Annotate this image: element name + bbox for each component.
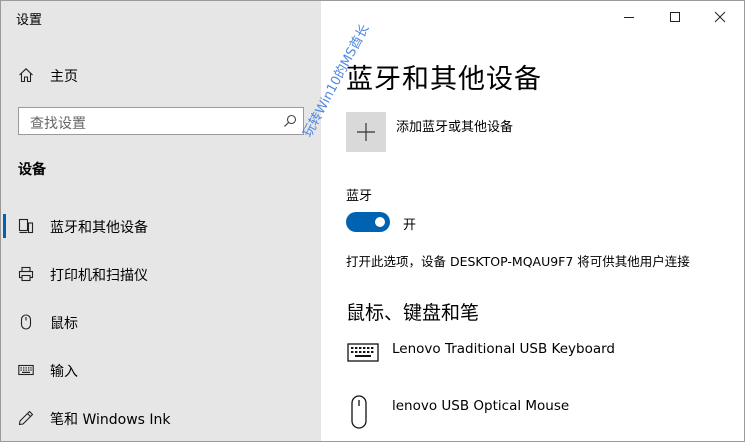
home-icon [19,68,33,83]
search-input[interactable]: 查找设置 [18,107,304,135]
pen-icon [18,410,34,426]
mouse-icon [20,314,32,330]
plus-icon [357,123,375,141]
search-icon[interactable] [283,114,297,128]
sidebar-item-pen[interactable]: 笔和 Windows Ink [1,398,321,438]
peripherals-section-title: 鼠标、键盘和笔 [346,302,480,324]
search-placeholder: 查找设置 [30,116,86,132]
sidebar-item-bluetooth[interactable]: 蓝牙和其他设备 [1,206,321,246]
device-name: Lenovo Traditional USB Keyboard [392,341,615,357]
close-button[interactable] [698,5,744,31]
minimize-button[interactable] [607,5,653,31]
mouse-device-icon [351,395,367,429]
main-content: 蓝牙和其他设备 添加蓝牙或其他设备 蓝牙 开 打开此选项，设备 DESKTOP-… [321,1,744,441]
keyboard-icon [18,364,34,376]
device-item-mouse[interactable]: lenovo USB Optical Mouse [346,394,744,434]
device-item-keyboard[interactable]: Lenovo Traditional USB Keyboard [346,337,744,377]
bluetooth-toggle[interactable] [346,212,390,232]
sidebar-item-typing[interactable]: 输入 [1,350,321,390]
bluetooth-header: 蓝牙 [346,189,373,204]
sidebar-item-label: 打印机和扫描仪 [50,268,148,284]
sidebar-home[interactable]: 主页 [1,61,321,89]
sidebar: 设置 主页 查找设置 设备 蓝牙和其他设备 打印机和扫描仪 鼠标 输入 笔和 W… [1,1,321,441]
settings-window: 设置 主页 查找设置 设备 蓝牙和其他设备 打印机和扫描仪 鼠标 输入 笔和 W… [0,0,745,442]
close-icon [714,11,726,23]
sidebar-item-printers[interactable]: 打印机和扫描仪 [1,254,321,294]
sidebar-item-label: 笔和 Windows Ink [50,412,171,428]
maximize-icon [670,12,680,22]
window-title: 设置 [16,13,43,28]
selected-indicator [3,214,6,238]
sidebar-section-title: 设备 [18,162,46,178]
sidebar-item-label: 蓝牙和其他设备 [50,220,148,236]
page-title: 蓝牙和其他设备 [346,64,542,95]
printer-icon [18,266,34,282]
toggle-knob [375,217,385,227]
maximize-button[interactable] [653,5,699,31]
add-device-button[interactable] [346,112,386,152]
sidebar-item-mouse[interactable]: 鼠标 [1,302,321,342]
sidebar-item-label: 输入 [50,364,78,380]
device-name: lenovo USB Optical Mouse [392,398,570,414]
bluetooth-toggle-state: 开 [403,218,417,233]
keyboard-device-icon [347,343,379,362]
bluetooth-devices-icon [18,218,34,234]
sidebar-home-label: 主页 [50,69,78,85]
sidebar-item-label: 鼠标 [50,316,78,332]
discoverable-note: 打开此选项，设备 DESKTOP-MQAU9F7 将可供其他用户连接 [346,254,690,269]
minimize-icon [624,17,634,18]
add-device-label[interactable]: 添加蓝牙或其他设备 [396,116,513,135]
